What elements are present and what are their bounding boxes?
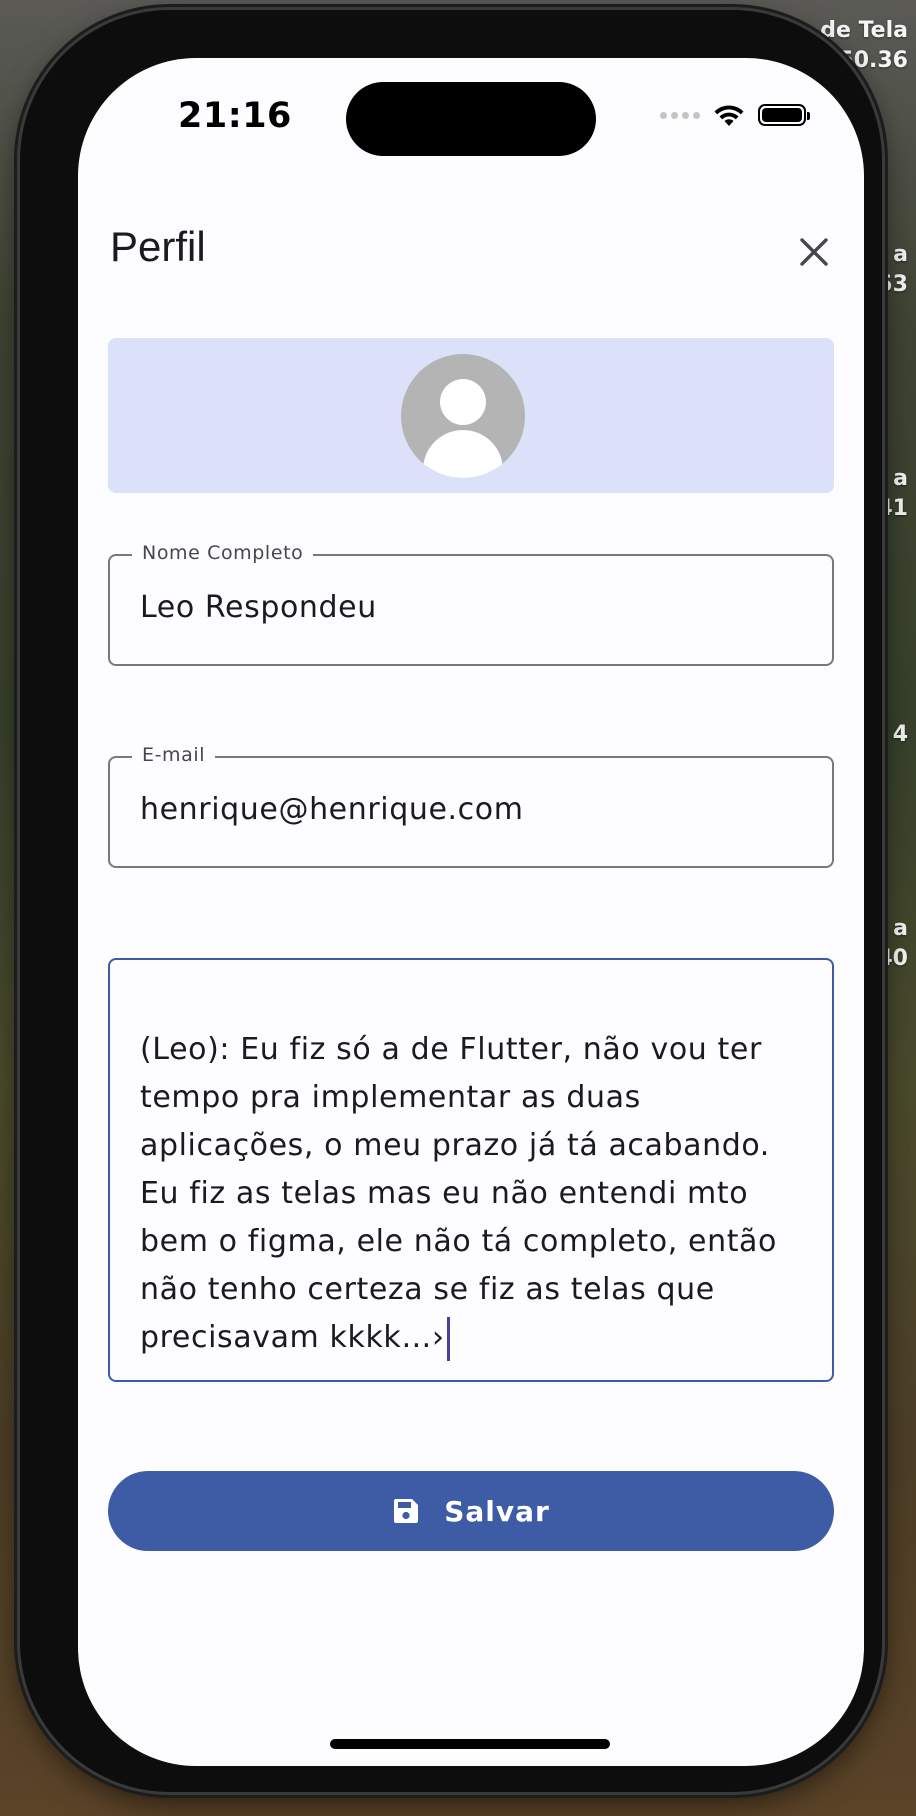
status-time: 21:16 bbox=[178, 96, 292, 136]
name-field[interactable]: Nome Completo Leo Respondeu bbox=[108, 542, 834, 666]
save-icon bbox=[394, 1499, 419, 1523]
name-field-label: Nome Completo bbox=[132, 542, 314, 564]
bio-textarea[interactable]: (Leo): Eu fiz só a de Flutter, não vou t… bbox=[108, 958, 834, 1382]
battery-icon bbox=[758, 104, 810, 126]
dynamic-island bbox=[346, 82, 596, 156]
bg-line: 4 bbox=[892, 722, 908, 747]
signal-dots-icon bbox=[660, 111, 700, 119]
name-field-value: Leo Respondeu bbox=[140, 590, 377, 625]
text-cursor bbox=[446, 1316, 450, 1361]
avatar[interactable] bbox=[401, 354, 525, 478]
home-indicator[interactable] bbox=[330, 1739, 610, 1749]
avatar-banner bbox=[108, 338, 834, 493]
email-field[interactable]: E-mail henrique@henrique.com bbox=[108, 744, 834, 868]
email-field-label: E-mail bbox=[132, 744, 216, 766]
phone-screen: 21:16 Perfil Nome Completo Leo Respondeu… bbox=[78, 58, 864, 1766]
background-notification-4: 4 bbox=[893, 720, 908, 750]
bg-line: de Tela bbox=[820, 18, 908, 43]
save-button-label: Salvar bbox=[444, 1494, 550, 1528]
close-button[interactable] bbox=[790, 228, 838, 276]
email-field-value: henrique@henrique.com bbox=[140, 792, 524, 827]
wifi-icon bbox=[714, 105, 744, 126]
save-button[interactable]: Salvar bbox=[108, 1471, 834, 1551]
bio-text: (Leo): Eu fiz só a de Flutter, não vou t… bbox=[140, 1032, 788, 1355]
bio-text-container: (Leo): Eu fiz só a de Flutter, não vou t… bbox=[140, 1026, 802, 1362]
close-icon bbox=[800, 238, 828, 266]
page-title: Perfil bbox=[110, 223, 206, 270]
status-icons bbox=[660, 102, 810, 128]
phone-frame: 21:16 Perfil Nome Completo Leo Respondeu… bbox=[20, 10, 882, 1792]
